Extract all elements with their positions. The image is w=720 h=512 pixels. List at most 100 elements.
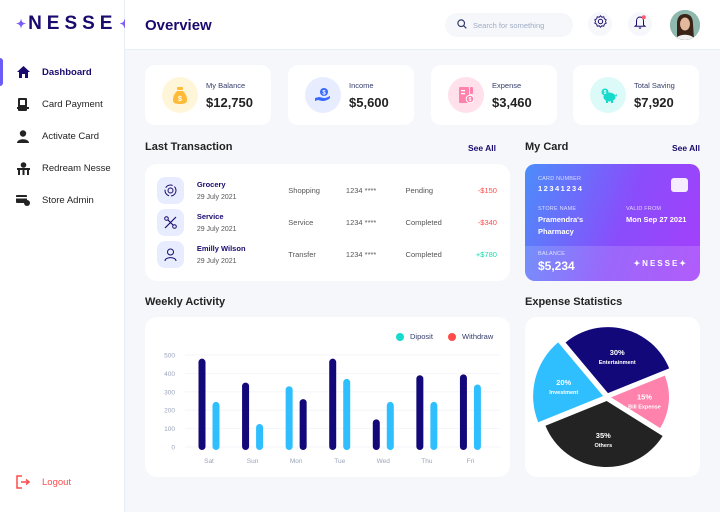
expense-statistics-panel: 30% Entertainment 15% Bill Expense 35% Others… xyxy=(525,317,700,477)
sidebar-nav: Dashboard Card Payment Activate Card Red… xyxy=(0,56,125,216)
transaction-status: Pending xyxy=(405,185,434,195)
bar-thu-series-b[interactable] xyxy=(430,401,438,450)
money-bag-icon: $ xyxy=(162,77,198,113)
bar-tue-series-a[interactable] xyxy=(329,358,337,450)
pie-category-label: Bill Expense xyxy=(628,404,661,410)
credit-card[interactable]: CARD NUMBER 12341234 STORE NAME Pramendr… xyxy=(525,164,700,281)
stat-card-income: $ Income $5,600 xyxy=(288,65,414,125)
sidebar-item-label: Redream Nesse xyxy=(42,162,111,174)
stat-value: $5,600 xyxy=(349,94,389,110)
bar-wed-series-a[interactable] xyxy=(372,419,380,450)
weekly-activity-chart: 0 100 200 300 400 500 Sat Sun Mon Tue Wed Thu Fri xyxy=(164,353,500,465)
sidebar-item-activate-card[interactable]: Activate Card xyxy=(0,120,125,152)
store-name-line2: Pharmacy xyxy=(538,227,574,236)
search-input[interactable] xyxy=(473,20,568,30)
settings-button[interactable] xyxy=(588,12,612,36)
expense-statistics-title: Expense Statistics xyxy=(525,296,623,308)
stat-label: Total Saving xyxy=(634,80,675,90)
sidebar-item-dashboard[interactable]: Dashboard xyxy=(0,56,125,88)
bar-mon-series-b[interactable] xyxy=(285,386,293,450)
transaction-status: Completed xyxy=(405,249,442,259)
transaction-name: Grocery xyxy=(196,179,226,189)
x-tick-label: Fri xyxy=(467,458,475,465)
bar-thu-series-a[interactable] xyxy=(416,375,424,450)
transaction-amount: -$340 xyxy=(477,217,497,227)
transaction-row[interactable]: Grocery 29 July 2021 Shopping 1234 **** … xyxy=(157,175,497,205)
expense-pie-chart: 30% Entertainment 15% Bill Expense 35% Others… xyxy=(533,327,670,467)
bar-sat-series-a[interactable] xyxy=(198,358,206,450)
transaction-card: 1234 **** xyxy=(345,217,377,227)
transaction-type: Service xyxy=(288,217,314,227)
transaction-type: Transfer xyxy=(288,249,316,259)
bar-wed-series-b[interactable] xyxy=(386,401,394,450)
transaction-row[interactable]: Emilly Wilson 29 July 2021 Transfer 1234… xyxy=(157,239,497,269)
card-see-all-link[interactable]: See All xyxy=(672,143,700,153)
stat-card-my-balance: $ My Balance $12,750 xyxy=(145,65,271,125)
card-number: 12341234 xyxy=(538,184,584,193)
user-icon xyxy=(16,129,30,143)
search-icon xyxy=(457,16,467,34)
weekly-activity-panel: Diposit Withdraw 0 100 200 300 400 500 Sat Sun M… xyxy=(145,317,510,477)
transactions-see-all-link[interactable]: See All xyxy=(468,143,496,153)
bar-tue-series-b[interactable] xyxy=(343,378,351,450)
search-box[interactable] xyxy=(445,13,573,37)
last-transaction-title: Last Transaction xyxy=(145,141,233,153)
notifications-button[interactable] xyxy=(628,12,652,36)
card-brand-logo: ✦NESSE✦ xyxy=(633,259,688,268)
transaction-card: 1234 **** xyxy=(345,185,377,195)
sidebar-item-redream-nesse[interactable]: Redream Nesse xyxy=(0,152,125,184)
x-tick-label: Mon xyxy=(290,458,303,465)
user-avatar[interactable] xyxy=(670,10,700,40)
stat-value: $12,750 xyxy=(206,94,253,110)
y-tick-label: 200 xyxy=(164,408,175,415)
gear-icon xyxy=(593,15,607,33)
weekly-activity-title: Weekly Activity xyxy=(145,296,226,308)
bar-fri-series-b[interactable] xyxy=(473,384,481,450)
store-name-line1: Pramendra's xyxy=(538,215,584,224)
card-footer: BALANCE $5,234 ✦NESSE✦ xyxy=(525,246,700,281)
transactions-panel: Grocery 29 July 2021 Shopping 1234 **** … xyxy=(145,164,510,281)
card-payment-icon xyxy=(16,97,30,111)
transaction-name: Emilly Wilson xyxy=(196,243,246,253)
y-tick-label: 400 xyxy=(164,371,175,378)
page-title: Overview xyxy=(145,17,212,34)
svg-text:$: $ xyxy=(468,97,471,103)
bar-fri-series-a[interactable] xyxy=(459,374,467,450)
bar-sun-series-b[interactable] xyxy=(256,424,264,450)
expense-icon: $ xyxy=(448,77,484,113)
y-tick-label: 300 xyxy=(164,389,175,396)
stat-label: My Balance xyxy=(206,80,246,90)
x-tick-label: Tue xyxy=(334,458,345,465)
transaction-date: 29 July 2021 xyxy=(196,193,237,201)
y-tick-label: 0 xyxy=(171,445,175,452)
bank-icon xyxy=(16,161,30,175)
y-tick-label: 100 xyxy=(164,426,175,433)
sidebar-item-label: Store Admin xyxy=(42,194,94,206)
transaction-type: Shopping xyxy=(288,185,320,195)
sidebar-item-label: Activate Card xyxy=(42,130,100,142)
bar-sun-series-a[interactable] xyxy=(242,382,250,450)
stat-label: Expense xyxy=(492,80,522,90)
bar-sat-series-b[interactable] xyxy=(212,401,220,450)
pie-category-label: Entertainment xyxy=(599,360,636,366)
piggy-bank-icon: $ xyxy=(590,77,626,113)
sidebar-item-card-payment[interactable]: Card Payment xyxy=(0,88,125,120)
card-balance: $5,234 xyxy=(538,259,575,273)
logout-button[interactable]: Logout xyxy=(16,475,71,489)
grocery-icon xyxy=(157,176,184,204)
transaction-row[interactable]: Service 29 July 2021 Service 1234 **** C… xyxy=(157,207,497,237)
star-icon: ✦ xyxy=(16,17,27,31)
store-name-label: STORE NAME xyxy=(538,206,577,212)
pie-percent-label: 35% xyxy=(596,431,611,440)
brand-logo[interactable]: ✦ NESSE ✦ xyxy=(14,13,132,35)
transaction-date: 29 July 2021 xyxy=(196,257,237,265)
sidebar: ✦ NESSE ✦ Dashboard Card Payment Activat… xyxy=(0,0,130,512)
x-tick-label: Thu xyxy=(421,458,433,465)
sidebar-item-label: Dashboard xyxy=(42,66,92,78)
x-tick-label: Sun xyxy=(247,458,259,465)
bar-mon-series-a[interactable] xyxy=(299,399,307,450)
home-icon xyxy=(16,65,30,79)
valid-from-label: VALID FROM xyxy=(626,206,662,212)
sidebar-item-store-admin[interactable]: Store Admin xyxy=(0,184,125,216)
valid-from: Mon Sep 27 2021 xyxy=(626,215,687,224)
